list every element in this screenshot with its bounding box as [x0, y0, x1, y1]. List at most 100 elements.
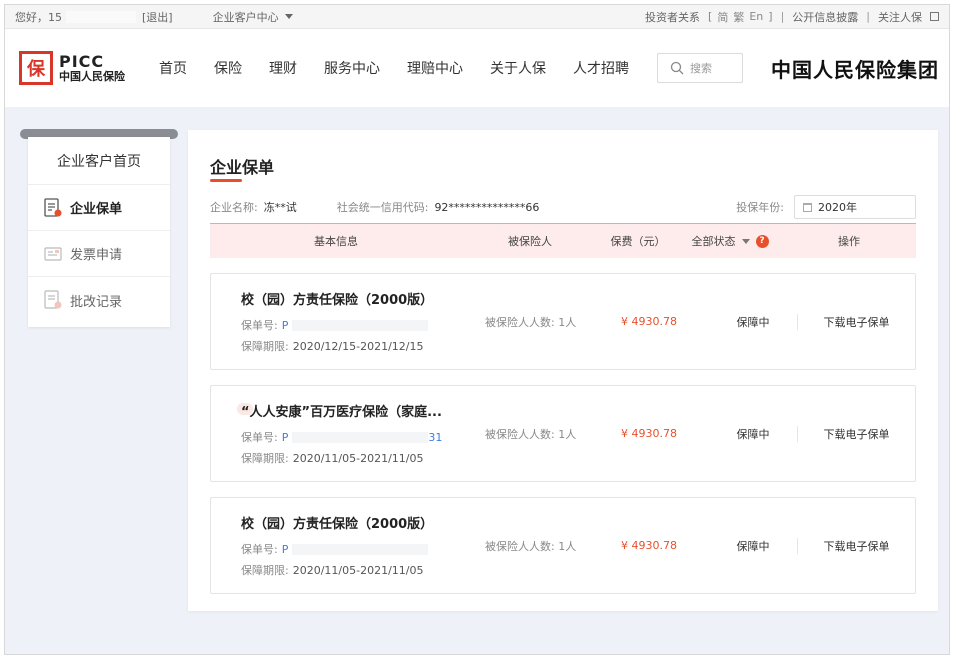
- policy-card: 校（园）方责任保险（2000版） 保单号: P 保障期限: 2020/12/15…: [210, 273, 916, 370]
- policy-period-value: 2020/11/05-2021/11/05: [292, 451, 424, 465]
- column-basic-info: 基本信息: [314, 235, 358, 248]
- logo-en: PICC: [59, 51, 105, 71]
- insured-count: 被保险人人数: 1人: [485, 315, 577, 329]
- search-icon: [670, 61, 684, 75]
- policy-period-row: 保障期限: 2020/12/15-2021/12/15: [241, 338, 485, 354]
- qrcode-icon[interactable]: [930, 12, 939, 21]
- follow-link[interactable]: 关注人保: [878, 9, 922, 25]
- top-utility-bar: 您好，15 [退出] 企业客户中心 投资者关系 [ 简 繁 En ] | 公开信…: [5, 5, 949, 29]
- language-switch: [ 简 繁 En ]: [708, 9, 773, 25]
- policy-period-label: 保障期限:: [241, 340, 289, 353]
- logo-seal-glyph: 保: [27, 59, 45, 80]
- download-policy-button[interactable]: 下载电子保单: [798, 538, 915, 554]
- logo-cn: 中国人民保险: [59, 69, 125, 83]
- lang-traditional[interactable]: 繁: [733, 9, 744, 25]
- search-placeholder: 搜索: [690, 62, 712, 75]
- status-filter[interactable]: 全部状态 ?: [678, 233, 782, 249]
- record-icon: [44, 290, 62, 309]
- policy-number-row: 保单号: P: [241, 317, 485, 333]
- status-filter-label: 全部状态: [691, 235, 736, 248]
- logo-text: PICC 中国人民保险: [59, 51, 125, 83]
- logout-link[interactable]: [退出]: [142, 9, 173, 25]
- lang-simplified[interactable]: 简: [717, 9, 728, 25]
- divider: |: [780, 10, 785, 23]
- sidebar: 企业客户首页 企业保单 发票申请 批改记录: [28, 137, 170, 327]
- nav-finance[interactable]: 理财: [269, 58, 297, 78]
- policy-status: 保障中: [736, 539, 770, 553]
- year-picker[interactable]: 2020年: [794, 195, 916, 219]
- policy-number-label: 保单号:: [241, 319, 278, 332]
- policy-number-suffix: 31: [428, 430, 443, 444]
- policy-name[interactable]: “人人安康”百万医疗保险（家庭...: [241, 401, 485, 420]
- policy-status: 保障中: [736, 315, 770, 329]
- credit-code-value: 92**************66: [434, 200, 540, 214]
- sidebar-item-records[interactable]: 批改记录: [28, 277, 170, 323]
- sidebar-item-invoice[interactable]: 发票申请: [28, 231, 170, 277]
- year-label: 投保年份:: [736, 201, 784, 214]
- policy-period-value: 2020/12/15-2021/12/15: [292, 339, 424, 353]
- policy-name[interactable]: 校（园）方责任保险（2000版）: [241, 289, 485, 308]
- nav-about[interactable]: 关于人保: [490, 58, 546, 78]
- policy-info: “人人安康”百万医疗保险（家庭... 保单号: P 31 保障期限: 2020/…: [211, 401, 485, 466]
- group-name-logo: 中国人民保险集团: [771, 57, 939, 82]
- browser-frame: 您好，15 [退出] 企业客户中心 投资者关系 [ 简 繁 En ] | 公开信…: [4, 4, 950, 655]
- policy-period-row: 保障期限: 2020/11/05-2021/11/05: [241, 562, 485, 578]
- search-input[interactable]: 搜索: [657, 53, 743, 83]
- policy-number-row: 保单号: P: [241, 541, 485, 557]
- main-panel: 企业保单 企业名称: 冻**试 社会统一信用代码: 92************…: [188, 130, 938, 611]
- nav-home[interactable]: 首页: [159, 58, 187, 78]
- page-title: 企业保单: [210, 158, 275, 177]
- picc-logo[interactable]: 保 PICC 中国人民保险: [19, 51, 153, 85]
- chevron-down-icon: [284, 14, 293, 19]
- policy-card: “人人安康”百万医疗保险（家庭... 保单号: P 31 保障期限: 2020/…: [210, 385, 916, 482]
- nav-service-center[interactable]: 服务中心: [324, 58, 380, 78]
- masked-phone: [66, 10, 136, 23]
- company-name-value: 冻**试: [263, 201, 297, 214]
- sidebar-item-label: 发票申请: [70, 248, 123, 263]
- lang-bracket-open: [: [708, 10, 713, 23]
- policy-info: 校（园）方责任保险（2000版） 保单号: P 保障期限: 2020/12/15…: [211, 289, 485, 354]
- nav-claims-center[interactable]: 理赔中心: [407, 58, 463, 78]
- sidebar-item-policies[interactable]: 企业保单: [28, 185, 170, 231]
- greeting-text: 您好，15: [15, 10, 62, 24]
- company-meta-row: 企业名称: 冻**试 社会统一信用代码: 92**************66 …: [210, 194, 916, 220]
- masked-policy-number: [292, 319, 429, 331]
- picc-seal-icon: 保: [19, 51, 53, 85]
- main-nav: 首页 保险 理财 服务中心 理赔中心 关于人保 人才招聘: [159, 58, 656, 78]
- masked-policy-number: [292, 543, 429, 555]
- policy-name[interactable]: 校（园）方责任保险（2000版）: [241, 513, 485, 532]
- invoice-icon: [44, 246, 62, 261]
- insured-count: 被保险人人数: 1人: [485, 427, 577, 441]
- disclosure-link[interactable]: 公开信息披露: [792, 9, 858, 25]
- nav-careers[interactable]: 人才招聘: [573, 58, 629, 78]
- table-header: 基本信息 被保险人 保费（元） 全部状态 ? 操作: [210, 223, 916, 258]
- customer-center-menu[interactable]: 企业客户中心: [213, 9, 293, 25]
- column-fee: 保费（元）: [610, 235, 666, 248]
- policy-number-label: 保单号:: [241, 431, 278, 444]
- user-greeting-area: 您好，15 [退出]: [15, 9, 173, 25]
- investor-relations-link[interactable]: 投资者关系: [645, 9, 700, 25]
- column-action: 操作: [838, 235, 860, 248]
- top-right-links: 投资者关系 [ 简 繁 En ] | 公开信息披露 | 关注人保: [645, 9, 939, 25]
- policy-period-label: 保障期限:: [241, 452, 289, 465]
- download-policy-button[interactable]: 下载电子保单: [798, 426, 915, 442]
- premium-amount: ¥ 4930.78: [621, 539, 677, 552]
- policy-number-row: 保单号: P 31: [241, 429, 485, 445]
- title-underline: [210, 179, 242, 182]
- policy-info: 校（园）方责任保险（2000版） 保单号: P 保障期限: 2020/11/05…: [211, 513, 485, 578]
- credit-code-label: 社会统一信用代码:: [336, 201, 429, 214]
- policy-number-value: P: [281, 318, 289, 332]
- sidebar-item-label: 企业保单: [70, 202, 123, 217]
- help-icon[interactable]: ?: [755, 234, 769, 248]
- sidebar-title[interactable]: 企业客户首页: [28, 137, 170, 185]
- policy-status: 保障中: [736, 427, 770, 441]
- policy-doc-icon: [44, 197, 62, 217]
- download-policy-button[interactable]: 下载电子保单: [798, 314, 915, 330]
- masked-policy-number: [292, 431, 429, 443]
- policy-number-value: P: [281, 542, 289, 556]
- premium-amount: ¥ 4930.78: [621, 315, 677, 328]
- policy-period-value: 2020/11/05-2021/11/05: [292, 563, 424, 577]
- year-value: 2020年: [818, 201, 857, 214]
- nav-insurance[interactable]: 保险: [214, 58, 242, 78]
- lang-english[interactable]: En: [749, 10, 763, 23]
